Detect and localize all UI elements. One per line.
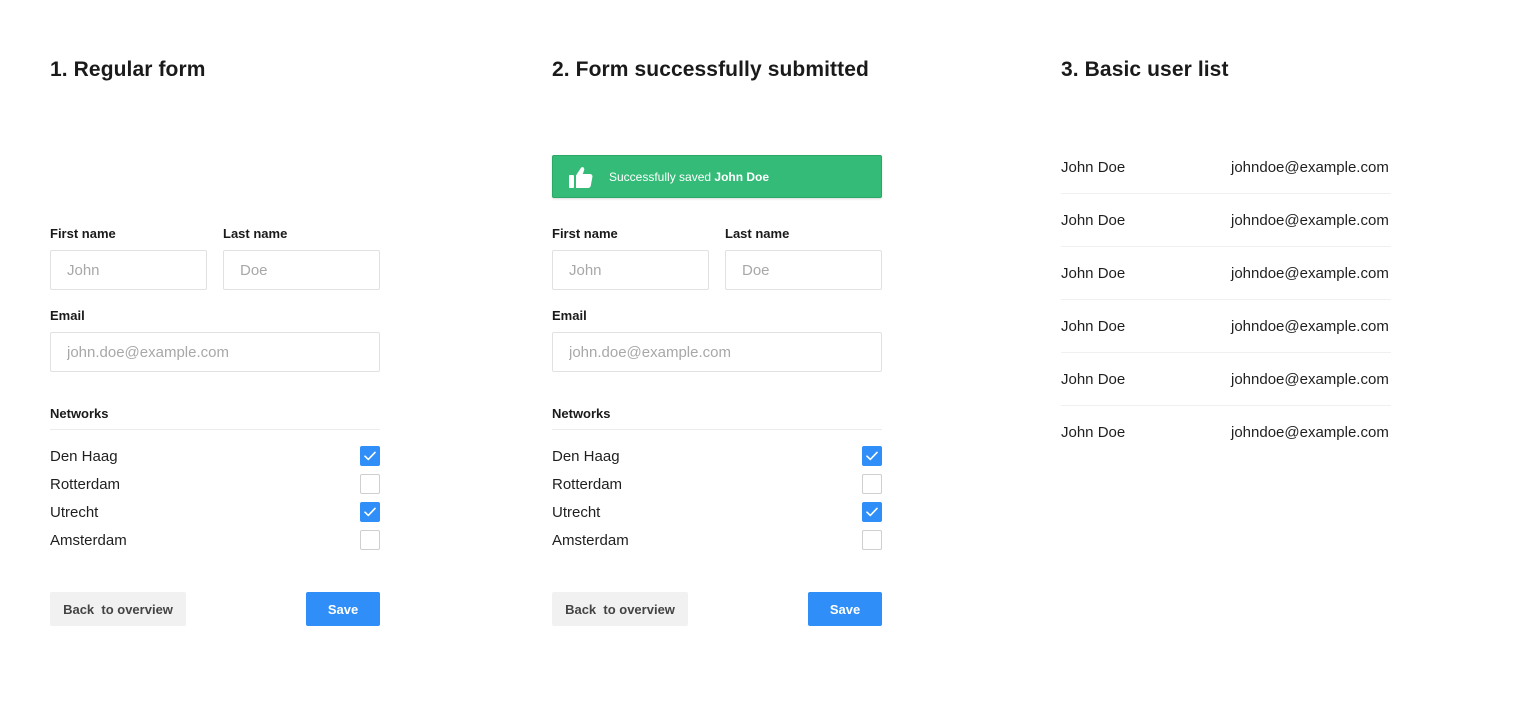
network-checkbox[interactable] — [862, 446, 882, 466]
first-name-label: First name — [552, 226, 618, 241]
network-label: Utrecht — [552, 503, 601, 521]
network-row-amsterdam: Amsterdam — [552, 529, 882, 551]
last-name-input[interactable] — [725, 250, 882, 290]
alert-message: Successfully saved John Doe — [609, 170, 769, 184]
email-label: Email — [552, 308, 587, 323]
user-name: John Doe — [1061, 370, 1126, 388]
network-row-den-haag: Den Haag — [552, 445, 882, 467]
user-name: John Doe — [1061, 211, 1126, 229]
user-name: John Doe — [1061, 264, 1126, 282]
email-input[interactable] — [552, 332, 882, 372]
user-row[interactable]: John Doe johndoe@example.com — [1061, 194, 1391, 247]
alert-text: Successfully saved — [609, 169, 715, 184]
network-row-rotterdam: Rotterdam — [552, 473, 882, 495]
network-checkbox[interactable] — [360, 502, 380, 522]
checkmark-icon — [364, 507, 376, 517]
first-name-input[interactable] — [50, 250, 207, 290]
user-email: johndoe@example.com — [1231, 370, 1389, 388]
user-email: johndoe@example.com — [1231, 424, 1389, 441]
network-label: Den Haag — [552, 447, 620, 465]
network-row-amsterdam: Amsterdam — [50, 529, 380, 551]
success-alert: Successfully saved John Doe — [552, 155, 882, 198]
user-row[interactable]: John Doe johndoe@example.com — [1061, 300, 1391, 353]
network-checkbox[interactable] — [862, 530, 882, 550]
last-name-label: Last name — [725, 226, 790, 241]
checkmark-icon — [866, 507, 878, 517]
networks-divider — [552, 429, 882, 430]
user-name: John Doe — [1061, 424, 1126, 441]
network-checkbox[interactable] — [360, 530, 380, 550]
user-row[interactable]: John Doe johndoe@example.com — [1061, 247, 1391, 300]
network-checkbox[interactable] — [360, 474, 380, 494]
network-row-utrecht: Utrecht — [50, 501, 380, 523]
checkmark-icon — [866, 451, 878, 461]
user-row[interactable]: John Doe johndoe@example.com — [1061, 353, 1391, 406]
user-row[interactable]: John Doe johndoe@example.com — [1061, 406, 1391, 459]
network-label: Rotterdam — [552, 475, 623, 493]
back-to-overview-button[interactable]: Back to overview — [50, 592, 186, 626]
networks-divider — [50, 429, 380, 430]
network-label: Amsterdam — [552, 531, 629, 549]
user-email: johndoe@example.com — [1231, 317, 1389, 335]
network-row-den-haag: Den Haag — [50, 445, 380, 467]
email-label: Email — [50, 308, 85, 323]
alert-saved-name: John Doe — [714, 169, 770, 184]
network-label: Amsterdam — [50, 531, 127, 549]
save-button[interactable]: Save — [808, 592, 882, 626]
user-name: John Doe — [1061, 158, 1126, 176]
user-name: John Doe — [1061, 317, 1126, 335]
networks-label: Networks — [552, 406, 611, 421]
save-button[interactable]: Save — [306, 592, 380, 626]
user-email: johndoe@example.com — [1231, 211, 1389, 229]
user-row[interactable]: John Doe johndoe@example.com — [1061, 141, 1391, 194]
network-label: Rotterdam — [50, 475, 121, 493]
back-to-overview-button[interactable]: Back to overview — [552, 592, 688, 626]
first-name-label: First name — [50, 226, 116, 241]
network-checkbox[interactable] — [360, 446, 380, 466]
network-row-rotterdam: Rotterdam — [50, 473, 380, 495]
network-row-utrecht: Utrecht — [552, 501, 882, 523]
user-email: johndoe@example.com — [1231, 264, 1389, 282]
panel-heading: 2. Form successfully submitted — [552, 58, 869, 81]
thumbs-up-icon — [569, 165, 595, 189]
network-label: Utrecht — [50, 503, 99, 521]
user-email: johndoe@example.com — [1231, 158, 1389, 176]
network-label: Den Haag — [50, 447, 118, 465]
checkmark-icon — [364, 451, 376, 461]
panel-heading: 3. Basic user list — [1061, 58, 1229, 81]
panel-heading: 1. Regular form — [50, 58, 206, 81]
email-input[interactable] — [50, 332, 380, 372]
first-name-input[interactable] — [552, 250, 709, 290]
network-checkbox[interactable] — [862, 474, 882, 494]
network-checkbox[interactable] — [862, 502, 882, 522]
last-name-input[interactable] — [223, 250, 380, 290]
networks-label: Networks — [50, 406, 109, 421]
last-name-label: Last name — [223, 226, 288, 241]
